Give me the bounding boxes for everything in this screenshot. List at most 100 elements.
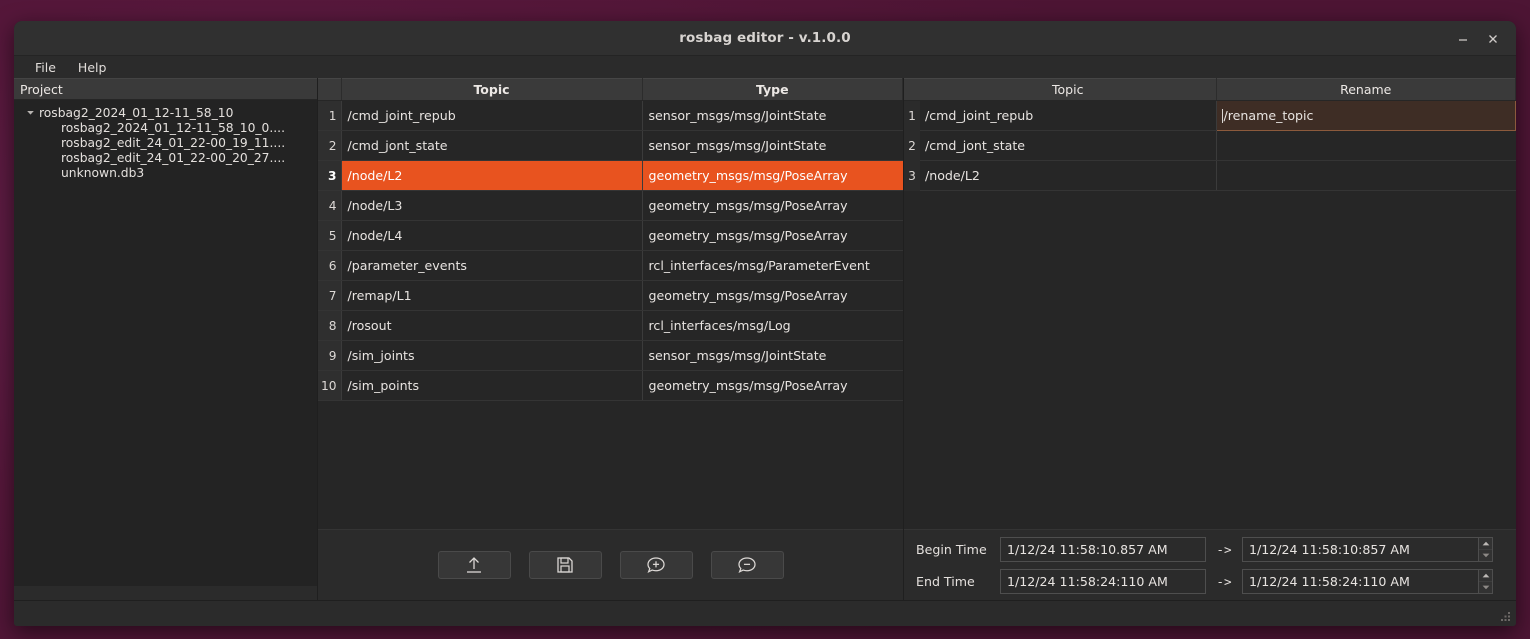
resize-grip-icon[interactable] — [1499, 610, 1512, 623]
table-row[interactable]: 6 /parameter_events rcl_interfaces/msg/P… — [318, 250, 903, 281]
remove-topic-icon — [738, 557, 756, 574]
caret-up-icon — [1482, 573, 1489, 577]
table-row[interactable]: 2 /cmd_jont_state sensor_msgs/msg/JointS… — [318, 130, 903, 161]
save-bag-button[interactable] — [528, 551, 602, 579]
end-time-stepper[interactable] — [1478, 568, 1493, 594]
table-row-selected[interactable]: 3 /node/L2 geometry_msgs/msg/PoseArray — [318, 160, 903, 191]
load-bag-button[interactable] — [437, 551, 511, 579]
row-number: 10 — [318, 370, 342, 401]
cell-topic[interactable]: /node/L2 — [920, 160, 1217, 191]
row-number: 1 — [904, 100, 920, 131]
begin-time-step-up[interactable] — [1479, 538, 1492, 550]
begin-time-stepper[interactable] — [1478, 536, 1493, 562]
menu-file[interactable]: File — [32, 59, 59, 76]
minimize-button[interactable] — [1448, 24, 1478, 54]
cell-type[interactable]: sensor_msgs/msg/JointState — [642, 100, 903, 131]
cell-type[interactable]: geometry_msgs/msg/PoseArray — [642, 160, 903, 191]
cell-type[interactable]: rcl_interfaces/msg/ParameterEvent — [642, 250, 903, 281]
table-row[interactable]: 4 /node/L3 geometry_msgs/msg/PoseArray — [318, 190, 903, 221]
rename-input[interactable] — [1216, 130, 1516, 161]
cell-type[interactable]: geometry_msgs/msg/PoseArray — [642, 220, 903, 251]
tree-item-root[interactable]: rosbag2_2024_01_12-11_58_10 — [14, 105, 317, 120]
cell-type[interactable]: sensor_msgs/msg/JointState — [642, 130, 903, 161]
project-panel: Project rosbag2_2024_01_12-11_58_10 rosb… — [14, 78, 318, 600]
rename-gutter-header — [904, 78, 920, 101]
tree-item-bag-2[interactable]: rosbag2_edit_24_01_22-00_20_27.... — [14, 150, 317, 165]
begin-time-arrow: -> — [1216, 541, 1232, 557]
cell-type[interactable]: geometry_msgs/msg/PoseArray — [642, 370, 903, 401]
table-row[interactable]: 9 /sim_joints sensor_msgs/msg/JointState — [318, 340, 903, 371]
rename-col-rename[interactable]: Rename — [1216, 78, 1516, 101]
table-row[interactable]: 3 /node/L2 — [904, 160, 1516, 191]
begin-time-row: Begin Time 1/12/24 11:58:10.857 AM -> 1/… — [910, 536, 1506, 562]
table-row[interactable]: 2 /cmd_jont_state — [904, 130, 1516, 161]
cell-topic[interactable]: /sim_joints — [341, 340, 643, 371]
end-time-target-field[interactable]: 1/12/24 11:58:24:110 AM — [1242, 568, 1478, 594]
end-time-arrow: -> — [1216, 573, 1232, 589]
cell-topic[interactable]: /parameter_events — [341, 250, 643, 281]
rename-value: /rename_topic — [1223, 108, 1314, 123]
table-row[interactable]: 7 /remap/L1 geometry_msgs/msg/PoseArray — [318, 280, 903, 311]
cell-topic[interactable]: /sim_points — [341, 370, 643, 401]
end-time-source-field[interactable]: 1/12/24 11:58:24:110 AM — [1000, 568, 1206, 594]
begin-time-target-field[interactable]: 1/12/24 11:58:10:857 AM — [1242, 536, 1478, 562]
end-time-row: End Time 1/12/24 11:58:24:110 AM -> 1/12… — [910, 568, 1506, 594]
menu-help[interactable]: Help — [75, 59, 110, 76]
tree-item-bag-0[interactable]: rosbag2_2024_01_12-11_58_10_0.... — [14, 120, 317, 135]
row-number: 4 — [318, 190, 342, 221]
chevron-down-icon[interactable] — [24, 106, 37, 119]
table-row[interactable]: 1 /cmd_joint_repub /rename_topic — [904, 100, 1516, 131]
cell-topic[interactable]: /cmd_jont_state — [341, 130, 643, 161]
close-icon — [1489, 34, 1497, 43]
tree-item-bag-1[interactable]: rosbag2_edit_24_01_22-00_19_11.... — [14, 135, 317, 150]
tree-item-label: rosbag2_2024_01_12-11_58_10_0.... — [61, 120, 286, 135]
table-row[interactable]: 10 /sim_points geometry_msgs/msg/PoseArr… — [318, 370, 903, 401]
cell-topic[interactable]: /rosout — [341, 310, 643, 341]
rename-table-empty-area — [904, 191, 1516, 530]
end-time-step-down[interactable] — [1479, 582, 1492, 593]
rename-col-topic[interactable]: Topic — [920, 78, 1217, 101]
cell-type[interactable]: geometry_msgs/msg/PoseArray — [642, 190, 903, 221]
cell-topic[interactable]: /cmd_jont_state — [920, 130, 1217, 161]
topics-col-type[interactable]: Type — [642, 78, 903, 101]
cell-type[interactable]: rcl_interfaces/msg/Log — [642, 310, 903, 341]
table-row[interactable]: 1 /cmd_joint_repub sensor_msgs/msg/Joint… — [318, 100, 903, 131]
end-time-step-up[interactable] — [1479, 570, 1492, 582]
title-bar: rosbag editor - v.1.0.0 — [14, 21, 1516, 56]
topics-col-topic[interactable]: Topic — [341, 78, 643, 101]
cell-topic[interactable]: /node/L2 — [341, 160, 643, 191]
menu-bar: File Help — [14, 56, 1516, 78]
project-tree[interactable]: rosbag2_2024_01_12-11_58_10 rosbag2_2024… — [14, 100, 317, 586]
topics-toolbar — [318, 530, 903, 600]
topics-table-body: 1 /cmd_joint_repub sensor_msgs/msg/Joint… — [318, 100, 903, 401]
rename-table-body: 1 /cmd_joint_repub /rename_topic 2 /cmd_… — [904, 100, 1516, 191]
add-topic-icon — [647, 557, 665, 574]
cell-type[interactable]: sensor_msgs/msg/JointState — [642, 340, 903, 371]
topics-panel: Topic Type 1 /cmd_joint_repub sensor_msg… — [318, 78, 904, 600]
cell-topic[interactable]: /cmd_joint_repub — [341, 100, 643, 131]
cell-topic[interactable]: /node/L3 — [341, 190, 643, 221]
rename-input[interactable] — [1216, 160, 1516, 191]
app-window: rosbag editor - v.1.0.0 File Help Projec… — [14, 21, 1516, 626]
row-number: 2 — [318, 130, 342, 161]
cell-topic[interactable]: /remap/L1 — [341, 280, 643, 311]
cell-type[interactable]: geometry_msgs/msg/PoseArray — [642, 280, 903, 311]
cell-topic[interactable]: /node/L4 — [341, 220, 643, 251]
window-body: Project rosbag2_2024_01_12-11_58_10 rosb… — [14, 78, 1516, 600]
table-row[interactable]: 5 /node/L4 geometry_msgs/msg/PoseArray — [318, 220, 903, 251]
begin-time-source-field[interactable]: 1/12/24 11:58:10.857 AM — [1000, 536, 1206, 562]
close-button[interactable] — [1478, 24, 1508, 54]
table-row[interactable]: 8 /rosout rcl_interfaces/msg/Log — [318, 310, 903, 341]
tree-item-label: rosbag2_edit_24_01_22-00_19_11.... — [61, 135, 286, 150]
end-time-label: End Time — [916, 573, 975, 589]
tree-item-unknown-db3[interactable]: unknown.db3 — [14, 165, 317, 180]
rename-input[interactable]: /rename_topic — [1215, 100, 1516, 131]
window-title: rosbag editor - v.1.0.0 — [679, 30, 851, 46]
add-topic-button[interactable] — [619, 551, 693, 579]
tree-item-label: rosbag2_2024_01_12-11_58_10 — [39, 105, 234, 120]
cell-topic[interactable]: /cmd_joint_repub — [920, 100, 1217, 131]
row-number: 9 — [318, 340, 342, 371]
rename-table-header-row: Topic Rename — [904, 78, 1516, 101]
remove-topic-button[interactable] — [710, 551, 784, 579]
begin-time-step-down[interactable] — [1479, 550, 1492, 561]
